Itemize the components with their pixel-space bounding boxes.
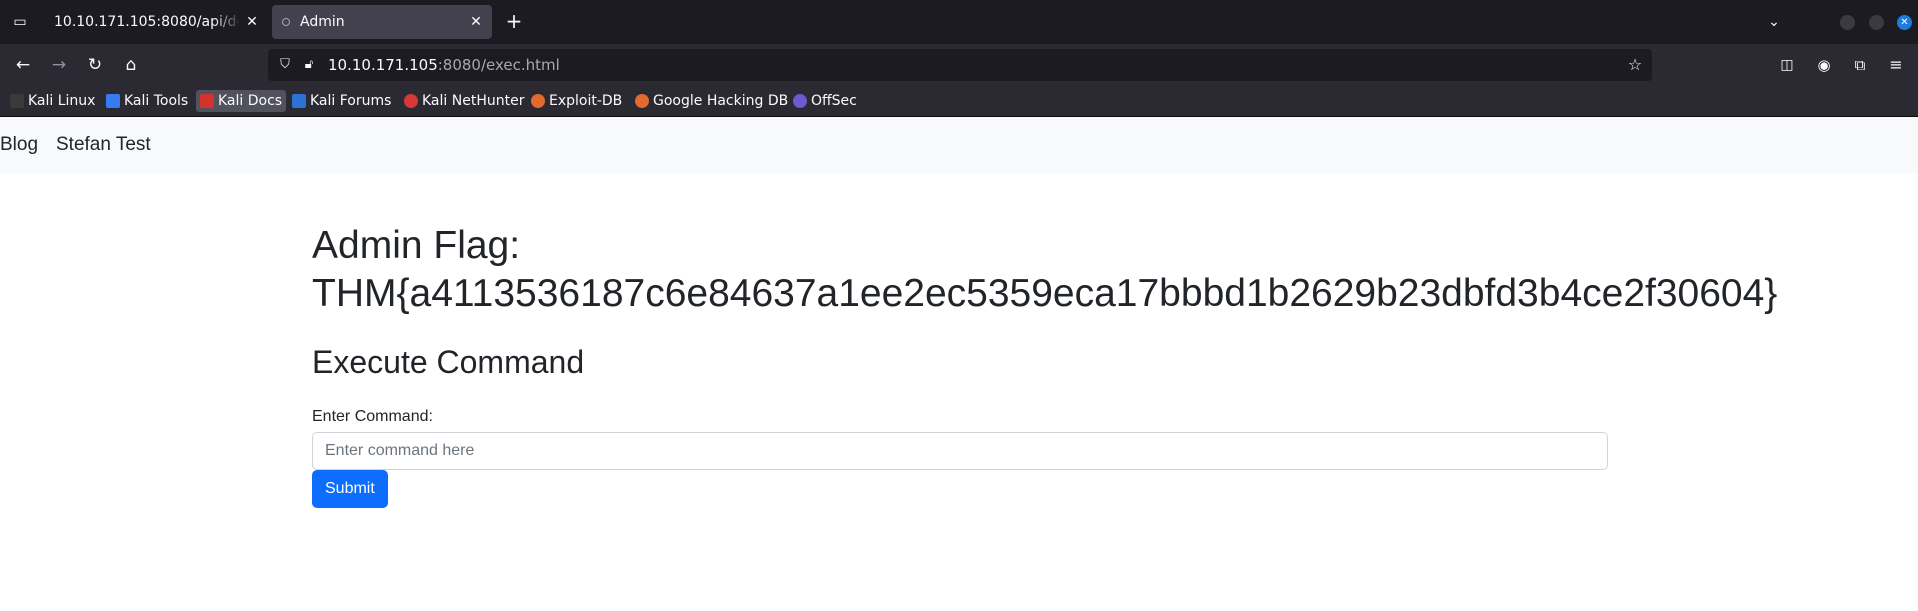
bookmark-kali-linux[interactable]: Kali Linux <box>6 90 99 112</box>
offsec-icon <box>793 94 807 108</box>
url-text[interactable]: 10.10.171.105:8080/exec.html <box>328 49 560 81</box>
bookmark-offsec[interactable]: OffSec <box>789 90 861 112</box>
main-content: Admin Flag: THM{a4113536187c6e84637a1ee2… <box>312 222 1777 508</box>
pocket-icon[interactable]: ◫ <box>1775 53 1799 77</box>
kali-docs-icon <box>200 94 214 108</box>
nethunter-icon <box>404 94 418 108</box>
back-arrow-icon[interactable]: ← <box>11 53 35 77</box>
firefox-view-icon[interactable]: ▭ <box>8 10 32 34</box>
url-bar[interactable]: ⛉ 🔓︎ 10.10.171.105:8080/exec.html ☆ <box>268 49 1652 81</box>
menu-icon[interactable]: ≡ <box>1884 53 1908 77</box>
command-label: Enter Command: <box>312 408 433 425</box>
flag-value: THM{a4113536187c6e84637a1ee2ec5359eca17b… <box>312 272 1778 315</box>
maximize-window-button[interactable] <box>1869 15 1884 30</box>
account-icon[interactable]: ◉ <box>1812 53 1836 77</box>
shield-icon[interactable]: ⛉ <box>276 56 294 74</box>
nav-link-user[interactable]: Stefan Test <box>56 117 151 173</box>
submit-button[interactable]: Submit <box>312 470 388 508</box>
tab-admin[interactable]: Admin ✕ <box>272 5 492 39</box>
chevron-down-icon[interactable]: ⌄ <box>1762 10 1786 34</box>
command-form: Enter Command: Submit <box>312 406 1608 508</box>
flag-label: Admin Flag: <box>312 224 521 267</box>
bookmark-kali-forums[interactable]: Kali Forums <box>288 90 395 112</box>
exploit-db-icon <box>531 94 545 108</box>
forward-arrow-icon[interactable]: → <box>47 53 71 77</box>
kali-tools-icon <box>106 94 120 108</box>
nav-link-blog[interactable]: Blog <box>0 117 38 173</box>
navigation-toolbar: ← → ↻ ⌂ ⛉ 🔓︎ 10.10.171.105:8080/exec.htm… <box>0 44 1918 86</box>
bookmark-google-hacking-db[interactable]: Google Hacking DB <box>631 90 792 112</box>
site-navbar: Blog Stefan Test <box>0 117 1918 173</box>
kali-forums-icon <box>292 94 306 108</box>
ghdb-icon <box>635 94 649 108</box>
tab-title: Admin <box>300 14 345 30</box>
tab-api-debug[interactable]: 10.10.171.105:8080/api/debug ✕ <box>42 5 268 39</box>
reload-icon[interactable]: ↻ <box>83 53 107 77</box>
bookmark-kali-nethunter[interactable]: Kali NetHunter <box>400 90 528 112</box>
close-tab-icon[interactable]: ✕ <box>468 5 484 39</box>
tab-strip: ▭ 10.10.171.105:8080/api/debug ✕ Admin ✕… <box>0 0 1918 44</box>
bookmark-star-icon[interactable]: ☆ <box>1626 56 1644 74</box>
bookmark-exploit-db[interactable]: Exploit-DB <box>527 90 626 112</box>
new-tab-icon[interactable]: + <box>502 10 526 34</box>
admin-flag-heading: Admin Flag: THM{a4113536187c6e84637a1ee2… <box>312 222 1777 318</box>
minimize-window-button[interactable] <box>1840 15 1855 30</box>
close-tab-icon[interactable]: ✕ <box>244 5 260 39</box>
bookmark-kali-tools[interactable]: Kali Tools <box>102 90 192 112</box>
execute-command-heading: Execute Command <box>312 344 585 380</box>
tab-title: 10.10.171.105:8080/api/debug <box>54 14 238 30</box>
tab-favicon-icon <box>282 18 290 26</box>
extensions-icon[interactable]: ⧉ <box>1848 53 1872 77</box>
close-window-button[interactable]: ✕ <box>1897 15 1912 30</box>
insecure-lock-icon[interactable]: 🔓︎ <box>300 56 318 74</box>
bookmark-kali-docs[interactable]: Kali Docs <box>196 90 287 112</box>
kali-dragon-icon <box>10 94 24 108</box>
command-input[interactable] <box>312 432 1608 470</box>
bookmarks-toolbar: Kali Linux Kali Tools Kali Docs Kali For… <box>0 86 1918 117</box>
home-icon[interactable]: ⌂ <box>119 53 143 77</box>
